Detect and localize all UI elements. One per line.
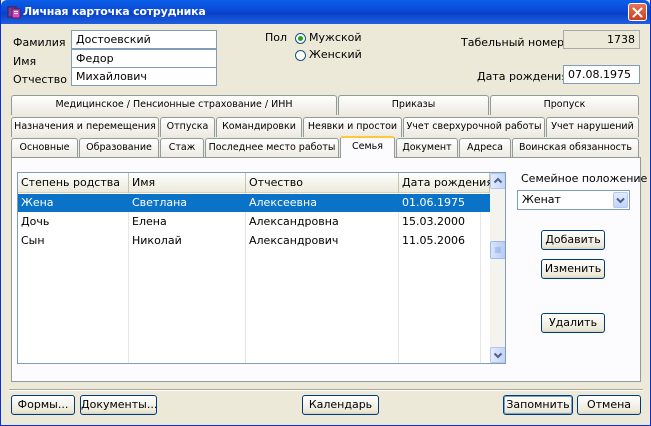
cell-relation: Жена (21, 196, 54, 209)
title-bar[interactable]: Личная карточка сотрудника (1, 0, 650, 24)
cell-name: Елена (132, 215, 167, 228)
tab-number-label: Табельный номер (461, 36, 565, 49)
cell-birth-date: 11.05.2006 (402, 234, 465, 247)
tab-overtime[interactable]: Учет сверхурочной работы (403, 117, 545, 137)
scroll-up-button[interactable] (490, 173, 505, 189)
chevron-up-icon (493, 177, 503, 184)
window-title: Личная карточка сотрудника (23, 5, 206, 18)
surname-input[interactable]: Достоевский (71, 30, 217, 49)
close-icon (632, 7, 643, 18)
tab-business-trips[interactable]: Командировки (216, 117, 302, 137)
name-input[interactable]: Федор (71, 49, 217, 68)
name-label: Имя (13, 55, 37, 68)
cancel-button[interactable]: Отмена (577, 395, 641, 415)
tab-experience[interactable]: Стаж (160, 138, 204, 158)
cell-patronymic: Алексеевна (249, 196, 317, 209)
tab-last-workplace[interactable]: Последнее место работы (205, 138, 339, 158)
tab-family[interactable]: Семья (340, 136, 395, 158)
tab-violations[interactable]: Учет нарушений (546, 117, 639, 137)
vertical-scrollbar[interactable] (490, 173, 505, 363)
gender-female-radio[interactable] (295, 50, 306, 61)
grip-icon (495, 247, 501, 253)
gender-male-label[interactable]: Мужской (309, 31, 361, 44)
birth-date-label: Дата рождения (477, 70, 568, 83)
delete-button[interactable]: Удалить (541, 313, 605, 333)
employee-card-window: Личная карточка сотрудника Фамилия Досто… (0, 0, 651, 426)
cell-relation: Сын (21, 234, 45, 247)
tab-number-field: 1738 (563, 30, 640, 49)
separator (9, 389, 643, 390)
column-header-relation[interactable]: Степень родства (18, 173, 129, 193)
marital-status-select[interactable]: Женат (517, 190, 630, 210)
column-header-patronymic[interactable]: Отчество (246, 173, 399, 193)
cell-birth-date: 01.06.1975 (402, 196, 465, 209)
add-button[interactable]: Добавить (541, 230, 605, 250)
scroll-thumb[interactable] (490, 241, 505, 259)
surname-label: Фамилия (13, 36, 66, 49)
tab-addresses[interactable]: Адреса (459, 138, 511, 158)
gender-label: Пол (265, 31, 288, 44)
gender-female-label[interactable]: Женский (309, 48, 362, 61)
patronymic-label: Отчество (13, 73, 68, 86)
table-row[interactable]: Дочь Елена Александровна 15.03.2000 (18, 213, 490, 231)
chevron-down-icon (493, 352, 503, 359)
tab-education[interactable]: Образование (79, 138, 159, 158)
column-header-birth-date[interactable]: Дата рождения (399, 173, 493, 193)
marital-status-label: Семейное положение (521, 172, 648, 185)
gender-male-radio[interactable] (295, 33, 306, 44)
family-table-header: Степень родства Имя Отчество Дата рожден… (18, 173, 493, 193)
chevron-down-icon (616, 197, 625, 204)
tab-pass[interactable]: Пропуск (490, 95, 639, 115)
documents-button[interactable]: Документы... (80, 395, 157, 415)
edit-button[interactable]: Изменить (541, 259, 605, 279)
scroll-down-button[interactable] (490, 347, 505, 363)
forms-button[interactable]: Формы... (11, 395, 75, 415)
cell-relation: Дочь (21, 215, 50, 228)
cell-name: Светлана (132, 196, 188, 209)
tab-orders[interactable]: Приказы (338, 95, 489, 115)
cell-patronymic: Александрович (249, 234, 339, 247)
calendar-button[interactable]: Календарь (302, 395, 379, 415)
table-row[interactable]: Жена Светлана Алексеевна 01.06.1975 (18, 194, 490, 212)
tab-vacations[interactable]: Отпуска (160, 117, 215, 137)
cell-patronymic: Александровна (249, 215, 339, 228)
cell-name: Николай (132, 234, 182, 247)
tab-medical-insurance[interactable]: Медицинское / Пенсионные страхование / И… (11, 95, 337, 115)
app-icon (7, 6, 21, 19)
dropdown-button[interactable] (613, 192, 628, 208)
column-header-name[interactable]: Имя (129, 173, 246, 193)
cell-birth-date: 15.03.2000 (402, 215, 465, 228)
tab-appointments[interactable]: Назначения и перемещения (11, 117, 159, 137)
close-button[interactable] (628, 3, 647, 21)
tab-absences[interactable]: Неявки и простои (303, 117, 402, 137)
tab-military-duty[interactable]: Воинская обязанность (512, 138, 639, 158)
marital-status-value: Женат (522, 193, 561, 206)
family-table[interactable]: Степень родства Имя Отчество Дата рожден… (17, 172, 506, 364)
patronymic-input[interactable]: Михайлович (71, 67, 217, 86)
birth-date-input[interactable]: 07.08.1975 (563, 65, 640, 84)
tab-general[interactable]: Основные (11, 138, 78, 158)
table-row[interactable]: Сын Николай Александрович 11.05.2006 (18, 232, 490, 250)
tab-document[interactable]: Документ (396, 138, 458, 158)
save-button[interactable]: Запомнить (503, 395, 573, 415)
